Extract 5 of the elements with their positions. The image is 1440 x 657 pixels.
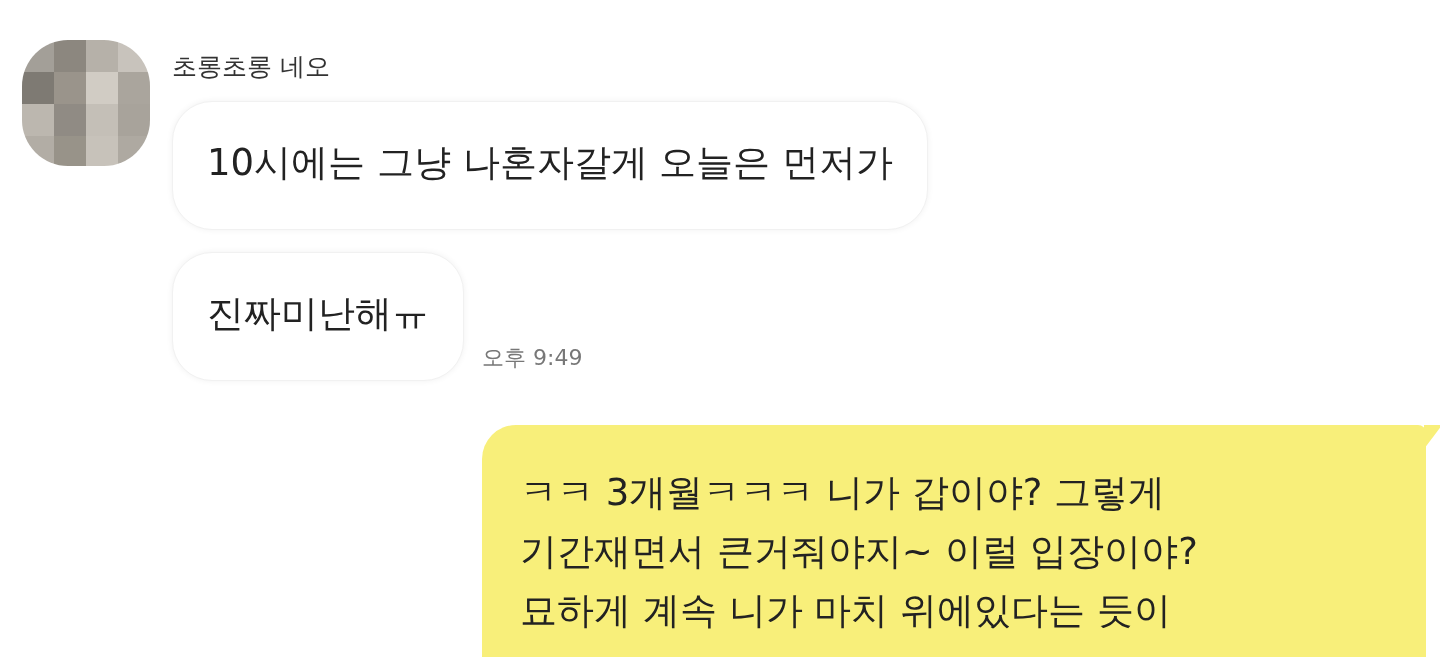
message-bubble: 진짜미난해ㅠ: [172, 252, 464, 381]
bubble-tail-icon: [1424, 425, 1440, 449]
contact-name: 초롱초롱 네오: [172, 51, 331, 83]
message-bubble: 10시에는 그냥 나혼자갈게 오늘은 먼저가: [172, 101, 929, 230]
message-time: 오후 9:49: [482, 344, 583, 372]
